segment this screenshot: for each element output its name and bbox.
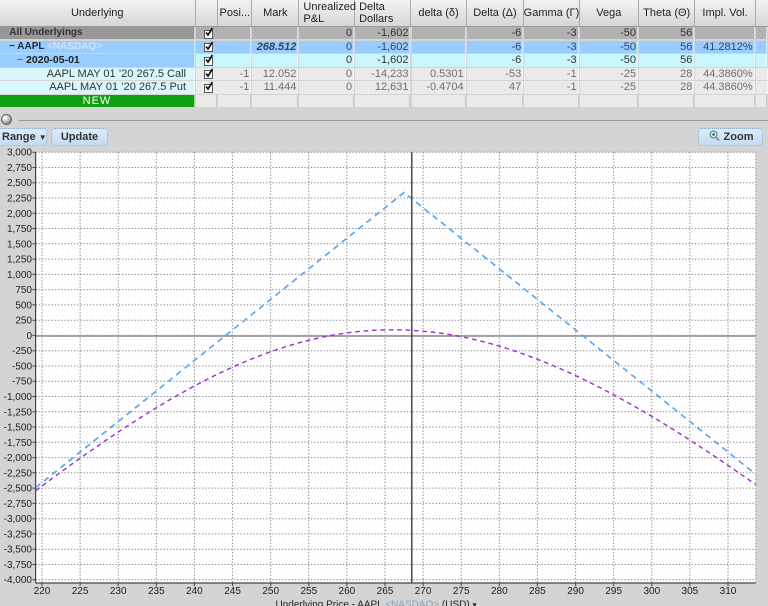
svg-text:1,000: 1,000 [7, 270, 32, 281]
svg-text:235: 235 [148, 586, 165, 597]
svg-text:-3,250: -3,250 [4, 529, 33, 540]
svg-text:265: 265 [377, 586, 394, 597]
svg-text:-1,750: -1,750 [4, 438, 33, 449]
svg-text:220: 220 [34, 586, 51, 597]
svg-text:270: 270 [415, 586, 432, 597]
svg-text:-1,000: -1,000 [4, 392, 33, 403]
svg-text:285: 285 [529, 586, 546, 597]
svg-text:240: 240 [186, 586, 203, 597]
svg-text:500: 500 [15, 300, 32, 311]
svg-text:1,750: 1,750 [7, 224, 32, 235]
svg-text:-2,000: -2,000 [4, 453, 33, 464]
svg-text:-750: -750 [12, 377, 32, 388]
svg-text:245: 245 [224, 586, 241, 597]
svg-text:1,500: 1,500 [7, 239, 32, 250]
svg-text:250: 250 [15, 316, 32, 327]
svg-text:0: 0 [26, 331, 32, 342]
svg-text:2,000: 2,000 [7, 209, 32, 220]
svg-text:-250: -250 [12, 346, 32, 357]
svg-text:1,250: 1,250 [7, 255, 32, 266]
svg-text:2,250: 2,250 [7, 194, 32, 205]
svg-text:-3,000: -3,000 [4, 514, 33, 525]
svg-text:-2,750: -2,750 [4, 499, 33, 510]
svg-text:300: 300 [643, 586, 660, 597]
svg-text:Underlying Price - AAPL <NASDA: Underlying Price - AAPL <NASDAQ> (USD) ▾ [276, 600, 477, 606]
svg-text:-1,250: -1,250 [4, 407, 33, 418]
svg-text:230: 230 [110, 586, 127, 597]
svg-text:290: 290 [567, 586, 584, 597]
svg-text:-3,750: -3,750 [4, 560, 33, 571]
svg-text:-500: -500 [12, 362, 32, 373]
svg-text:275: 275 [453, 586, 470, 597]
svg-text:-1,500: -1,500 [4, 423, 33, 434]
svg-text:295: 295 [605, 586, 622, 597]
svg-text:255: 255 [300, 586, 317, 597]
svg-text:-2,250: -2,250 [4, 468, 33, 479]
svg-text:2,750: 2,750 [7, 163, 32, 174]
svg-text:3,000: 3,000 [7, 148, 32, 159]
svg-text:750: 750 [15, 285, 32, 296]
svg-text:-3,500: -3,500 [4, 545, 33, 556]
svg-text:260: 260 [339, 586, 356, 597]
svg-text:280: 280 [491, 586, 508, 597]
svg-text:-4,000: -4,000 [4, 575, 33, 586]
svg-text:310: 310 [720, 586, 737, 597]
svg-text:305: 305 [682, 586, 699, 597]
svg-text:-2,500: -2,500 [4, 484, 33, 495]
svg-text:250: 250 [262, 586, 279, 597]
svg-text:225: 225 [72, 586, 89, 597]
svg-text:2,500: 2,500 [7, 178, 32, 189]
